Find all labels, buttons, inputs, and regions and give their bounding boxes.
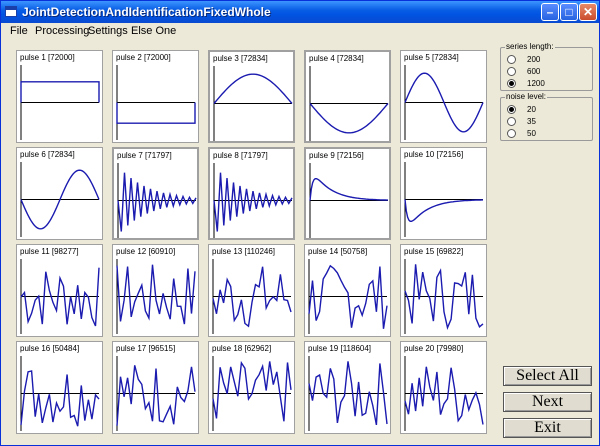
pulse-plot [213, 66, 293, 141]
pulse-plot [116, 356, 196, 431]
pulse-signal-line [404, 199, 483, 223]
pulse-panel[interactable]: pulse 19 [118604] [304, 341, 391, 434]
pulse-plot [212, 356, 292, 431]
pulse-plot [404, 259, 484, 334]
pulse-signal-line [308, 264, 388, 329]
pulse-plot [404, 162, 483, 237]
noise-level-option-label: 35 [527, 117, 536, 126]
pulse-plot [20, 162, 100, 237]
series-length-option-label: 1200 [527, 79, 545, 88]
select-all-button[interactable]: Select All [503, 366, 592, 386]
pulse-plot [308, 356, 388, 431]
pulse-plot [404, 356, 484, 431]
next-button[interactable]: Next [503, 392, 592, 412]
app-window-icon [5, 6, 17, 17]
series-length-radio-600[interactable] [507, 67, 516, 76]
series-length-radio-1200[interactable] [507, 79, 516, 88]
pulse-panel[interactable]: pulse 1 [72000] [16, 50, 103, 143]
window-title: JointDetectionAndIdentificationFixedWhol… [22, 5, 271, 19]
pulse-plot [20, 356, 100, 431]
pulse-panel[interactable]: pulse 2 [72000] [112, 50, 199, 143]
app-window: JointDetectionAndIdentificationFixedWhol… [0, 0, 600, 446]
pulse-plot [117, 163, 197, 238]
pulse-panel[interactable]: pulse 14 [50758] [304, 244, 391, 337]
pulse-plot [309, 163, 388, 238]
pulse-panel[interactable]: pulse 12 [60910] [112, 244, 199, 337]
title-bar[interactable]: JointDetectionAndIdentificationFixedWhol… [1, 1, 599, 23]
series-length-group: series length: 200 600 1200 [500, 42, 593, 91]
pulse-signal-line [309, 103, 389, 134]
pulse-panel[interactable]: pulse 17 [96515] [112, 341, 199, 434]
pulse-signal-line [20, 370, 100, 427]
menu-file[interactable]: File [10, 25, 28, 37]
pulse-plot [309, 66, 389, 141]
noise-level-option-label: 20 [527, 105, 536, 114]
pulse-signal-line [116, 264, 196, 325]
pulse-signal-line [213, 172, 293, 232]
menu-bar: File Processing Settings Else One [1, 23, 599, 39]
pulse-signal-line [404, 366, 484, 425]
pulse-panel[interactable]: pulse 13 [110246] [208, 244, 295, 337]
pulse-panel[interactable]: pulse 4 [72834] [304, 50, 391, 143]
series-length-label: series length: [505, 42, 555, 51]
pulse-plot [20, 65, 100, 140]
pulse-plot [116, 65, 196, 140]
pulse-panel[interactable]: pulse 3 [72834] [208, 50, 295, 143]
pulse-panel[interactable]: pulse 10 [72156] [400, 147, 487, 240]
pulse-signal-line [116, 365, 196, 426]
pulse-signal-line [117, 172, 197, 232]
noise-level-group: noise level: 20 35 50 [500, 92, 593, 141]
pulse-signal-line [213, 73, 293, 104]
series-length-radio-200[interactable] [507, 55, 516, 64]
exit-button[interactable]: Exit [503, 418, 592, 438]
pulse-panel[interactable]: pulse 8 [71797] [208, 147, 295, 240]
menu-processing[interactable]: Processing [35, 25, 89, 37]
maximize-button[interactable]: □ [560, 3, 578, 21]
series-length-option-label: 200 [527, 55, 541, 64]
pulse-plot [308, 259, 388, 334]
pulse-panel[interactable]: pulse 9 [72156] [304, 147, 391, 240]
pulse-panel[interactable]: pulse 20 [79980] [400, 341, 487, 434]
pulse-panel[interactable]: pulse 11 [98277] [16, 244, 103, 337]
pulse-panel[interactable]: pulse 16 [50484] [16, 341, 103, 434]
noise-level-option-label: 50 [527, 129, 536, 138]
pulse-signal-line [116, 102, 196, 124]
minimize-button[interactable]: – [541, 3, 559, 21]
pulse-panel[interactable]: pulse 18 [62962] [208, 341, 295, 434]
noise-level-radio-35[interactable] [507, 117, 516, 126]
pulse-plot [212, 259, 292, 334]
noise-level-label: noise level: [505, 92, 548, 101]
pulse-signal-line [20, 81, 100, 103]
pulse-panel[interactable]: pulse 6 [72834] [16, 147, 103, 240]
pulse-signal-line [309, 178, 388, 201]
pulse-signal-line [212, 360, 292, 422]
pulse-plot [404, 65, 484, 140]
pulse-panel[interactable]: pulse 15 [69822] [400, 244, 487, 337]
pulse-panel[interactable]: pulse 5 [72834] [400, 50, 487, 143]
menu-else-one[interactable]: Else One [131, 25, 176, 37]
noise-level-radio-50[interactable] [507, 129, 516, 138]
pulse-plot [116, 259, 196, 334]
pulse-panel[interactable]: pulse 7 [71797] [112, 147, 199, 240]
series-length-option-label: 600 [527, 67, 541, 76]
close-button[interactable]: ✕ [579, 3, 597, 21]
pulse-plot [20, 259, 100, 334]
menu-settings[interactable]: Settings [88, 25, 128, 37]
noise-level-radio-20[interactable] [507, 105, 516, 114]
pulse-plot [213, 163, 293, 238]
